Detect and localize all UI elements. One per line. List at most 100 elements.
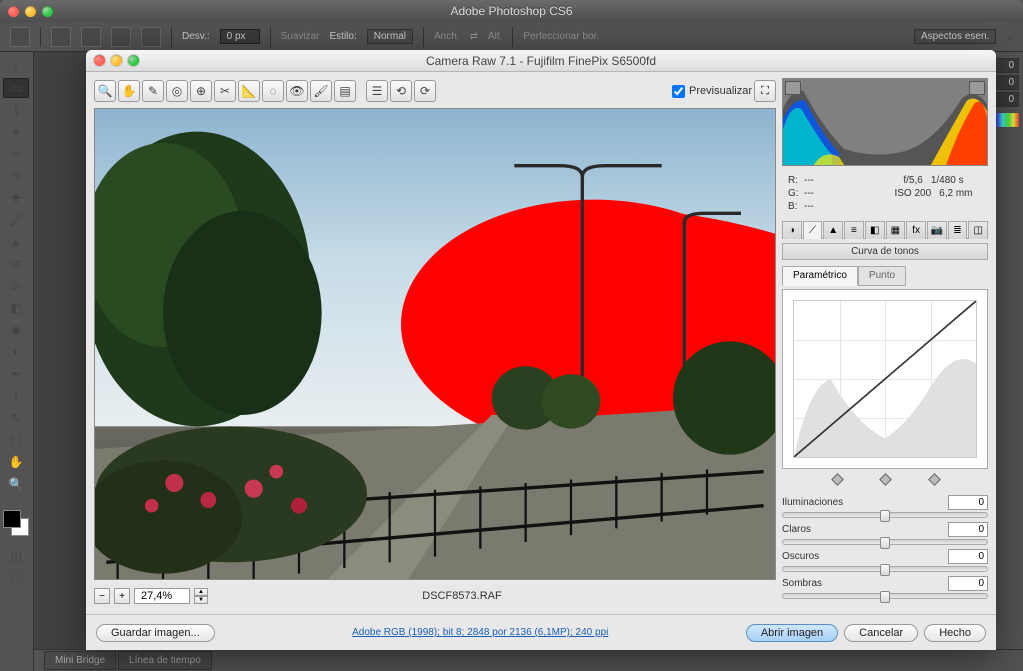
image-preview[interactable] xyxy=(94,108,776,580)
point-tab[interactable]: Punto xyxy=(858,266,906,286)
tone-curve-tab-icon[interactable]: ⟋ xyxy=(803,221,823,239)
highlight-clip-warning-icon[interactable] xyxy=(969,81,985,95)
done-button[interactable]: Hecho xyxy=(924,624,986,642)
histogram[interactable] xyxy=(782,78,988,166)
darks-slider: Oscuros xyxy=(782,549,988,572)
slider-thumb[interactable] xyxy=(880,510,890,522)
redeye-tool-icon[interactable]: 👁 xyxy=(286,80,308,102)
feather-label: Desv.: xyxy=(182,31,210,42)
detail-tab-icon[interactable]: ▲ xyxy=(823,221,843,239)
crop-tool-icon[interactable]: ✂ xyxy=(3,144,29,164)
white-balance-tool-icon[interactable]: ✎ xyxy=(142,80,164,102)
color-swatch[interactable] xyxy=(3,510,29,536)
graduated-filter-tool-icon[interactable]: ▤ xyxy=(334,80,356,102)
eyedropper-tool-icon[interactable]: ✎ xyxy=(3,166,29,186)
adjustment-brush-tool-icon[interactable]: 🖌 xyxy=(310,80,332,102)
preview-label: Previsualizar xyxy=(689,85,752,97)
color-sampler-tool-icon[interactable]: ◎ xyxy=(166,80,188,102)
selection-subtract-icon[interactable] xyxy=(111,27,131,47)
g-label: G: xyxy=(788,187,800,200)
quickmask-icon[interactable]: ◫ xyxy=(3,546,29,566)
presets-tab-icon[interactable]: ≣ xyxy=(948,221,968,239)
slider-thumb[interactable] xyxy=(880,537,890,549)
feather-value[interactable]: 0 px xyxy=(220,29,260,44)
photo-preview-svg xyxy=(95,109,775,580)
straighten-tool-icon[interactable]: 📐 xyxy=(238,80,260,102)
darks-input[interactable] xyxy=(948,549,988,564)
pen-tool-icon[interactable]: ✒ xyxy=(3,364,29,384)
lights-label: Claros xyxy=(782,524,948,535)
type-tool-icon[interactable]: T xyxy=(3,386,29,406)
heal-tool-icon[interactable]: ✚ xyxy=(3,188,29,208)
move-tool-icon[interactable]: ↕ xyxy=(3,56,29,76)
shadow-clip-warning-icon[interactable] xyxy=(785,81,801,95)
lights-input[interactable] xyxy=(948,522,988,537)
style-select[interactable]: Normal xyxy=(367,29,413,44)
selection-new-icon[interactable] xyxy=(51,27,71,47)
zoom-out-button[interactable]: − xyxy=(94,588,110,604)
mini-bridge-tab[interactable]: Mini Bridge xyxy=(44,651,116,670)
lights-track[interactable] xyxy=(782,539,988,545)
lens-tab-icon[interactable]: ▦ xyxy=(886,221,906,239)
lasso-tool-icon[interactable]: ⟆ xyxy=(3,100,29,120)
shadows-track[interactable] xyxy=(782,593,988,599)
save-image-button[interactable]: Guardar imagen... xyxy=(96,624,215,642)
gradient-tool-icon[interactable]: ◧ xyxy=(3,298,29,318)
preview-checkbox-input[interactable] xyxy=(672,85,685,98)
chevron-double-right-icon[interactable]: » xyxy=(1006,31,1013,43)
fullscreen-toggle-icon[interactable]: ⛶ xyxy=(754,80,776,102)
workflow-options-link[interactable]: Adobe RGB (1998); bit 8; 2848 por 2136 (… xyxy=(221,627,740,638)
rotate-left-icon[interactable]: ⟲ xyxy=(390,80,412,102)
zoom-stepper[interactable]: ▲▼ xyxy=(194,588,208,604)
brush-tool-icon[interactable]: 🖌 xyxy=(3,210,29,230)
zoom-tool-icon[interactable]: 🔍 xyxy=(3,474,29,494)
selection-intersect-icon[interactable] xyxy=(141,27,161,47)
slider-thumb[interactable] xyxy=(880,564,890,576)
slider-thumb[interactable] xyxy=(880,591,890,603)
marquee-tool-preset-icon[interactable] xyxy=(10,27,30,47)
split-tone-tab-icon[interactable]: ◧ xyxy=(865,221,885,239)
eraser-tool-icon[interactable]: ▱ xyxy=(3,276,29,296)
preview-checkbox[interactable]: Previsualizar xyxy=(672,85,752,98)
selection-add-icon[interactable] xyxy=(81,27,101,47)
parametric-tab[interactable]: Paramétrico xyxy=(782,266,858,286)
hand-tool-icon[interactable]: ✋ xyxy=(118,80,140,102)
calibration-tab-icon[interactable]: 📷 xyxy=(927,221,947,239)
dodge-tool-icon[interactable]: ◐ xyxy=(3,342,29,362)
basic-tab-icon[interactable]: ◑ xyxy=(782,221,802,239)
foreground-color-swatch[interactable] xyxy=(3,510,21,528)
path-select-tool-icon[interactable]: ↖ xyxy=(3,408,29,428)
target-adjust-tool-icon[interactable]: ⊕ xyxy=(190,80,212,102)
highlights-input[interactable] xyxy=(948,495,988,510)
tone-curve[interactable] xyxy=(782,289,988,469)
marquee-tool-icon[interactable]: ▭ xyxy=(3,78,29,98)
screenmode-icon[interactable]: ⛶ xyxy=(3,568,29,588)
curve-region-markers[interactable] xyxy=(792,473,978,487)
stamp-tool-icon[interactable]: ▲ xyxy=(3,232,29,252)
shape-tool-icon[interactable]: ▢ xyxy=(3,430,29,450)
zoom-in-button[interactable]: + xyxy=(114,588,130,604)
spot-removal-tool-icon[interactable]: ◌ xyxy=(262,80,284,102)
timeline-tab[interactable]: Línea de tiempo xyxy=(118,651,212,670)
preferences-icon[interactable]: ☰ xyxy=(366,80,388,102)
snapshots-tab-icon[interactable]: ◫ xyxy=(968,221,988,239)
zoom-level[interactable]: 27,4% xyxy=(134,588,190,604)
highlights-track[interactable] xyxy=(782,512,988,518)
iso-value: ISO 200 xyxy=(894,187,931,200)
wand-tool-icon[interactable]: ✶ xyxy=(3,122,29,142)
hsl-tab-icon[interactable]: ≡ xyxy=(844,221,864,239)
crop-tool-icon[interactable]: ✂ xyxy=(214,80,236,102)
darks-track[interactable] xyxy=(782,566,988,572)
effects-tab-icon[interactable]: fx xyxy=(906,221,926,239)
zoom-tool-icon[interactable]: 🔍 xyxy=(94,80,116,102)
ps-titlebar: Adobe Photoshop CS6 xyxy=(0,0,1023,22)
workspace-select[interactable]: Aspectos esen. xyxy=(914,29,996,44)
hand-tool-icon[interactable]: ✋ xyxy=(3,452,29,472)
shadows-input[interactable] xyxy=(948,576,988,591)
blur-tool-icon[interactable]: ◉ xyxy=(3,320,29,340)
history-brush-tool-icon[interactable]: ↺ xyxy=(3,254,29,274)
cancel-button[interactable]: Cancelar xyxy=(844,624,918,642)
open-image-button[interactable]: Abrir imagen xyxy=(746,624,838,642)
rotate-right-icon[interactable]: ⟳ xyxy=(414,80,436,102)
cr-titlebar: Camera Raw 7.1 - Fujifilm FinePix S6500f… xyxy=(86,50,996,72)
